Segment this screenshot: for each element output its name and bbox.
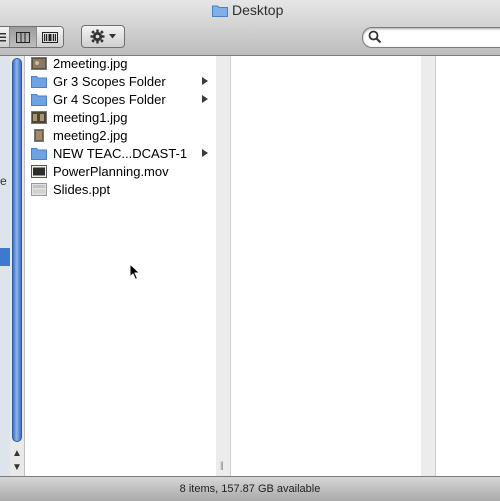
file-column: 2meeting.jpg Gr 3 Scopes Folder Gr 4 Sco…: [25, 56, 217, 476]
file-name: meeting2.jpg: [53, 128, 128, 143]
image-icon: [31, 111, 47, 124]
list-item[interactable]: Gr 4 Scopes Folder: [25, 91, 216, 109]
list-item[interactable]: PowerPlanning.mov: [25, 163, 216, 181]
resize-grip-icon[interactable]: ||: [220, 460, 224, 470]
file-name: NEW TEAC...DCAST-1: [53, 146, 188, 161]
folder-icon: [31, 148, 47, 160]
disclosure-triangle-icon[interactable]: [202, 95, 208, 103]
scrollbar-thumb[interactable]: [12, 58, 22, 442]
view-mode-group: [0, 26, 64, 48]
movie-icon: [31, 165, 47, 178]
folder-icon: [31, 94, 47, 106]
search-field[interactable]: [362, 27, 500, 48]
disclosure-triangle-icon[interactable]: [202, 149, 208, 157]
empty-column: [231, 56, 422, 476]
coverflow-icon: [42, 31, 58, 43]
columns-icon: [16, 31, 30, 43]
file-name: PowerPlanning.mov: [53, 164, 169, 179]
coverflow-view-button[interactable]: [36, 27, 63, 47]
window-title: Desktop: [212, 1, 283, 19]
action-menu-button[interactable]: [81, 25, 125, 48]
gear-icon: [90, 29, 105, 44]
list-item[interactable]: meeting2.jpg: [25, 127, 216, 145]
window-titlebar: Desktop: [0, 0, 500, 56]
sidebar-item-selected[interactable]: [0, 248, 10, 266]
list-item[interactable]: Gr 3 Scopes Folder: [25, 73, 216, 91]
list-item[interactable]: meeting1.jpg: [25, 109, 216, 127]
sidebar-scrollbar[interactable]: ▲ ▼: [10, 56, 25, 476]
file-name: 2meeting.jpg: [53, 56, 128, 71]
mouse-cursor-icon: [129, 263, 141, 281]
column-resize-handle[interactable]: ||: [216, 56, 231, 476]
folder-icon: [212, 4, 228, 17]
search-icon: [368, 30, 382, 44]
document-icon: [31, 183, 47, 196]
image-icon: [34, 129, 44, 142]
column-resize-handle[interactable]: [421, 56, 436, 476]
file-name: Gr 3 Scopes Folder: [53, 74, 166, 89]
scroll-up-arrow-icon[interactable]: ▲: [12, 448, 22, 459]
image-icon: [31, 57, 47, 70]
empty-column: [436, 56, 500, 476]
scroll-down-arrow-icon[interactable]: ▼: [12, 462, 22, 473]
list-item[interactable]: 2meeting.jpg: [25, 55, 216, 73]
file-name: meeting1.jpg: [53, 110, 128, 125]
status-bar: 8 items, 157.87 GB available: [0, 476, 500, 501]
file-name: Slides.ppt: [53, 182, 111, 197]
list-view-button[interactable]: [0, 27, 9, 47]
sidebar-label-fragment[interactable]: e: [0, 174, 7, 188]
list-item[interactable]: Slides.ppt: [25, 181, 216, 199]
column-view-button[interactable]: [9, 27, 36, 47]
chevron-down-icon: [109, 34, 116, 39]
status-text: 8 items, 157.87 GB available: [179, 483, 321, 495]
disclosure-triangle-icon[interactable]: [202, 77, 208, 85]
list-item[interactable]: NEW TEAC...DCAST-1: [25, 145, 216, 163]
folder-icon: [31, 76, 47, 88]
file-name: Gr 4 Scopes Folder: [53, 92, 166, 107]
window-title-text: Desktop: [232, 2, 284, 18]
list-icon: [0, 33, 6, 42]
search-input[interactable]: [385, 29, 500, 46]
